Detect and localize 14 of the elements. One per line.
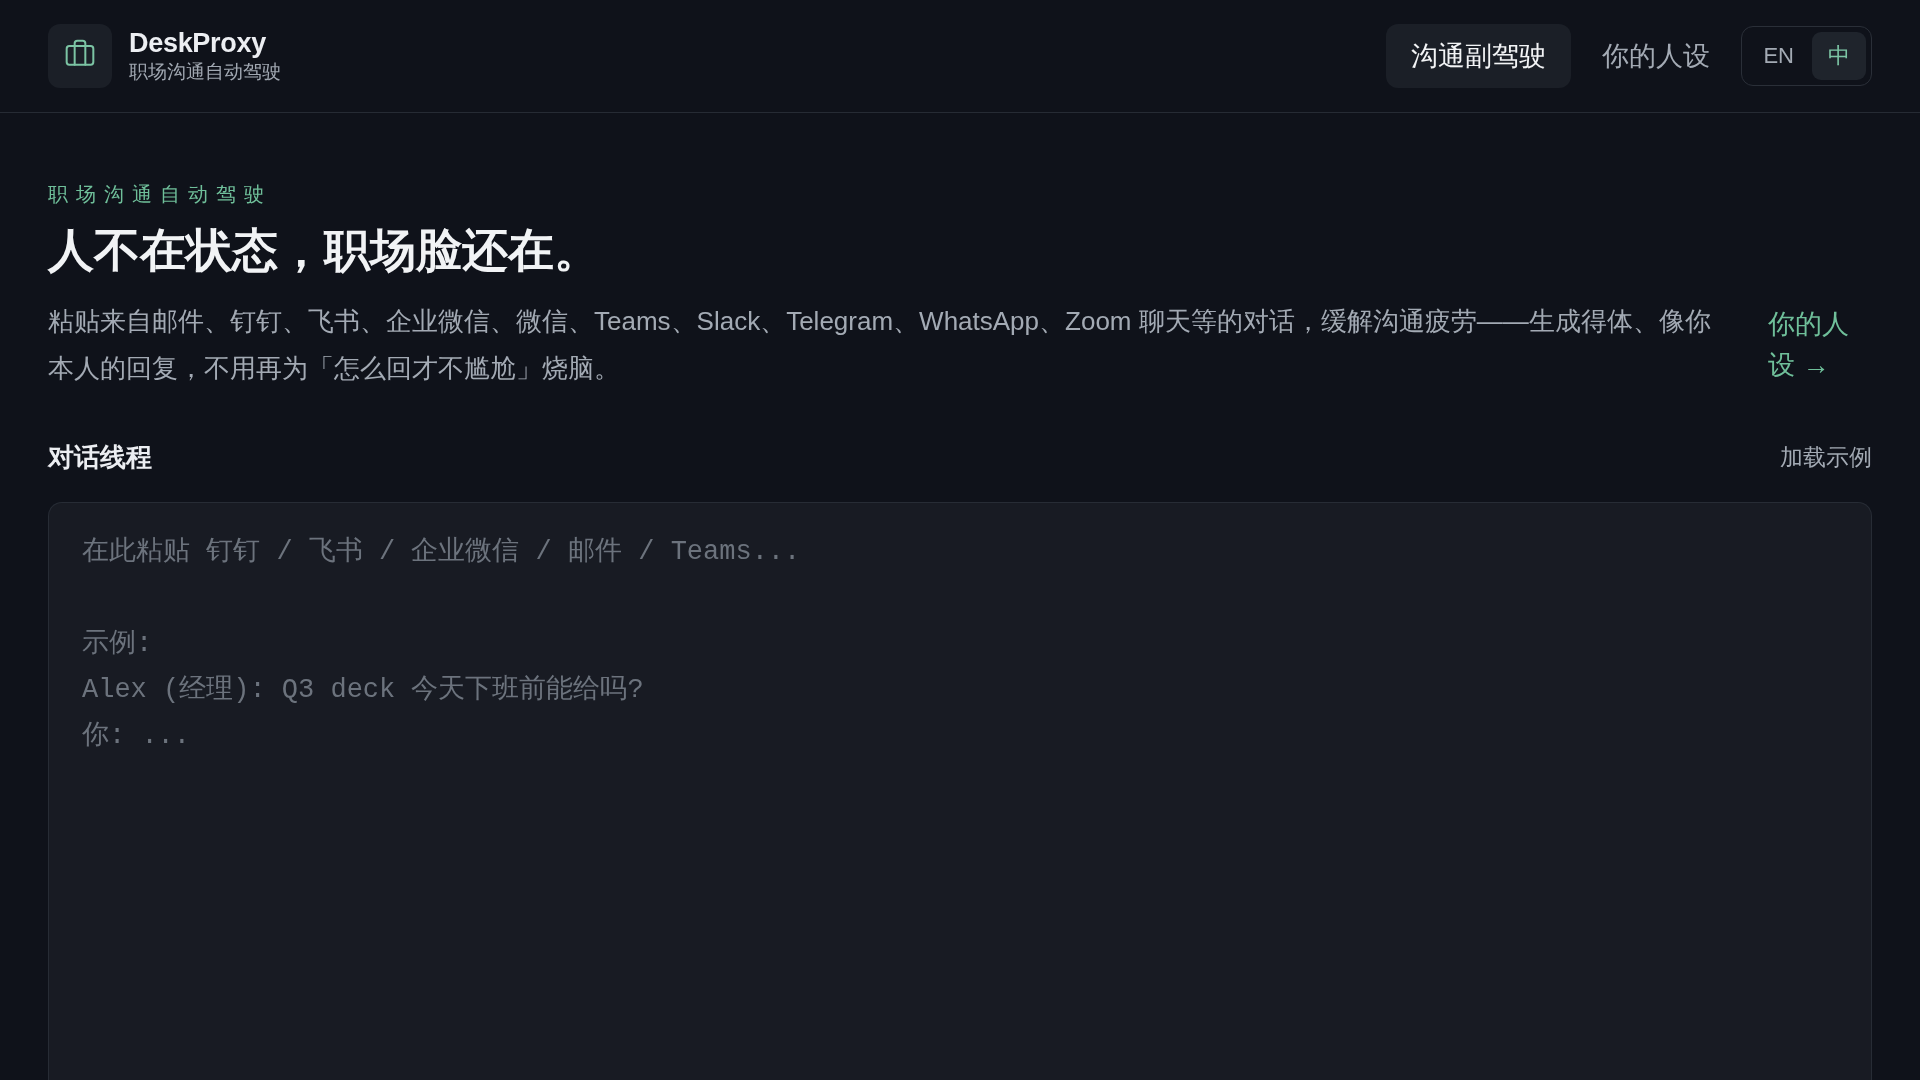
- briefcase-logo-icon: [48, 24, 112, 88]
- hero-title: 人不在状态，职场脸还在。: [48, 223, 601, 278]
- kicker-text: 职场沟通自动驾驶: [48, 182, 273, 207]
- conversation-input[interactable]: 在此粘贴 钉钉 / 飞书 / 企业微信 / 邮件 / Teams... 示例: Alex (经理): Q3 deck 今天下班前能给吗? 你: ...: [48, 502, 1872, 1080]
- nav-tab[interactable]: 你的人设: [1577, 24, 1736, 88]
- section-title: 对话线程: [48, 441, 152, 474]
- persona-link[interactable]: 你的人设 →: [1768, 304, 1872, 386]
- brand-tagline: 职场沟通自动驾驶: [129, 60, 281, 84]
- load-example-button[interactable]: 加载示例: [1780, 442, 1872, 472]
- hero-description: 粘贴来自邮件、钉钉、飞书、企业微信、微信、Teams、Slack、Telegram、WhatsApp、Zoom 聊天等的对话，缓解沟通疲劳——生成得体、像你本人的回复，不用再为「怎么回才不尴尬」烧脑。: [48, 305, 1712, 385]
- language-option[interactable]: EN: [1747, 32, 1810, 80]
- brand-name: DeskProxy: [129, 27, 267, 59]
- nav-tab[interactable]: 沟通副驾驶: [1386, 24, 1572, 88]
- language-option[interactable]: 中: [1812, 32, 1866, 80]
